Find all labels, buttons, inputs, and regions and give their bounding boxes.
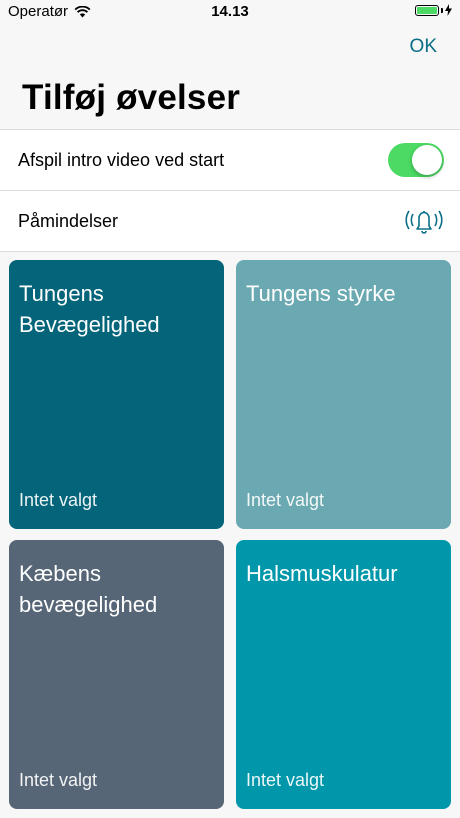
exercise-title: Tungens styrke xyxy=(246,281,396,306)
ok-button[interactable]: OK xyxy=(410,36,437,58)
exercise-title: Halsmuskulatur xyxy=(246,561,398,586)
exercise-status: Intet valgt xyxy=(19,770,98,790)
exercise-tile-jaw-mobility[interactable]: Kæbens bevægelighed Intet valgt xyxy=(9,540,224,809)
page-title: Tilføj øvelser xyxy=(22,78,241,117)
toggle-knob xyxy=(412,145,442,175)
exercise-tile-neck-muscles[interactable]: Halsmuskulatur Intet valgt xyxy=(236,540,451,809)
reminders-row[interactable]: Påmindelser xyxy=(0,191,460,252)
status-time: 14.13 xyxy=(211,3,249,20)
exercise-tile-tongue-strength[interactable]: Tungens styrke Intet valgt xyxy=(236,260,451,529)
intro-video-label: Afspil intro video ved start xyxy=(18,149,225,170)
exercise-title: Tungens Bevægelighed xyxy=(19,281,160,337)
charging-icon xyxy=(445,4,452,16)
exercise-grid: Tungens Bevægelighed Intet valgt Tungens… xyxy=(9,260,451,810)
intro-video-row: Afspil intro video ved start xyxy=(0,130,460,191)
battery-icon xyxy=(415,4,452,16)
exercise-tile-tongue-mobility[interactable]: Tungens Bevægelighed Intet valgt xyxy=(9,260,224,529)
exercise-status: Intet valgt xyxy=(246,490,325,510)
bell-ringing-icon[interactable] xyxy=(404,205,444,237)
exercise-title: Kæbens bevægelighed xyxy=(19,561,158,617)
status-bar: Operatør 14.13 xyxy=(0,0,460,24)
reminders-label: Påmindelser xyxy=(18,210,119,231)
exercise-status: Intet valgt xyxy=(246,770,325,790)
intro-video-toggle[interactable] xyxy=(388,143,444,177)
exercise-status: Intet valgt xyxy=(19,490,98,510)
settings-list: Afspil intro video ved start Påmindelser xyxy=(0,129,460,252)
